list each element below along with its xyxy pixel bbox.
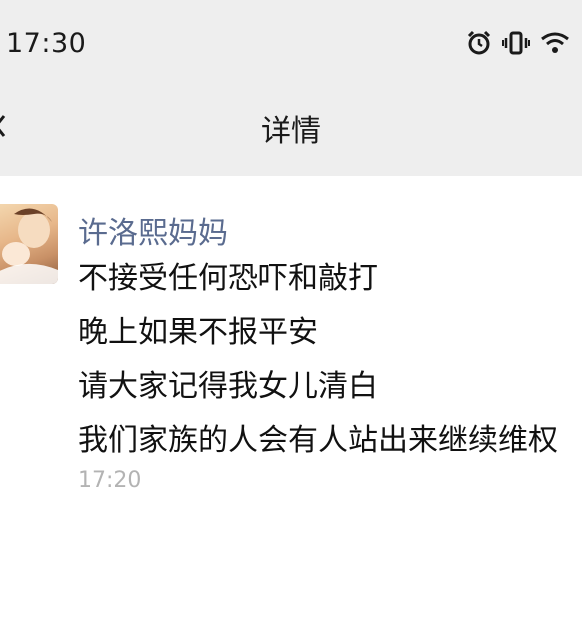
message-line: 我们家族的人会有人站出来继续维权: [78, 423, 558, 458]
message-line: 晚上如果不报平安: [78, 315, 318, 350]
top-bar: 17:30 详情: [0, 0, 582, 176]
alarm-icon: [466, 30, 492, 60]
status-time: 17:30: [6, 28, 87, 59]
message-timestamp: 17:20: [78, 468, 142, 493]
message-line: 请大家记得我女儿清白: [78, 369, 378, 404]
status-icons: [466, 30, 570, 60]
page-title: 详情: [261, 114, 321, 149]
avatar[interactable]: [0, 204, 58, 284]
sender-name[interactable]: 许洛熙妈妈: [78, 208, 228, 252]
detail-screen: 17:30 详情 许洛熙妈妈 不接受任何恐吓和敲打 晚上如果不报平安 请大家记得…: [0, 0, 582, 617]
vibrate-icon: [502, 30, 530, 60]
wifi-icon: [540, 30, 570, 60]
message-line: 不接受任何恐吓和敲打: [78, 261, 378, 296]
message-body: 不接受任何恐吓和敲打 晚上如果不报平安 请大家记得我女儿清白 我们家族的人会有人…: [78, 256, 582, 472]
